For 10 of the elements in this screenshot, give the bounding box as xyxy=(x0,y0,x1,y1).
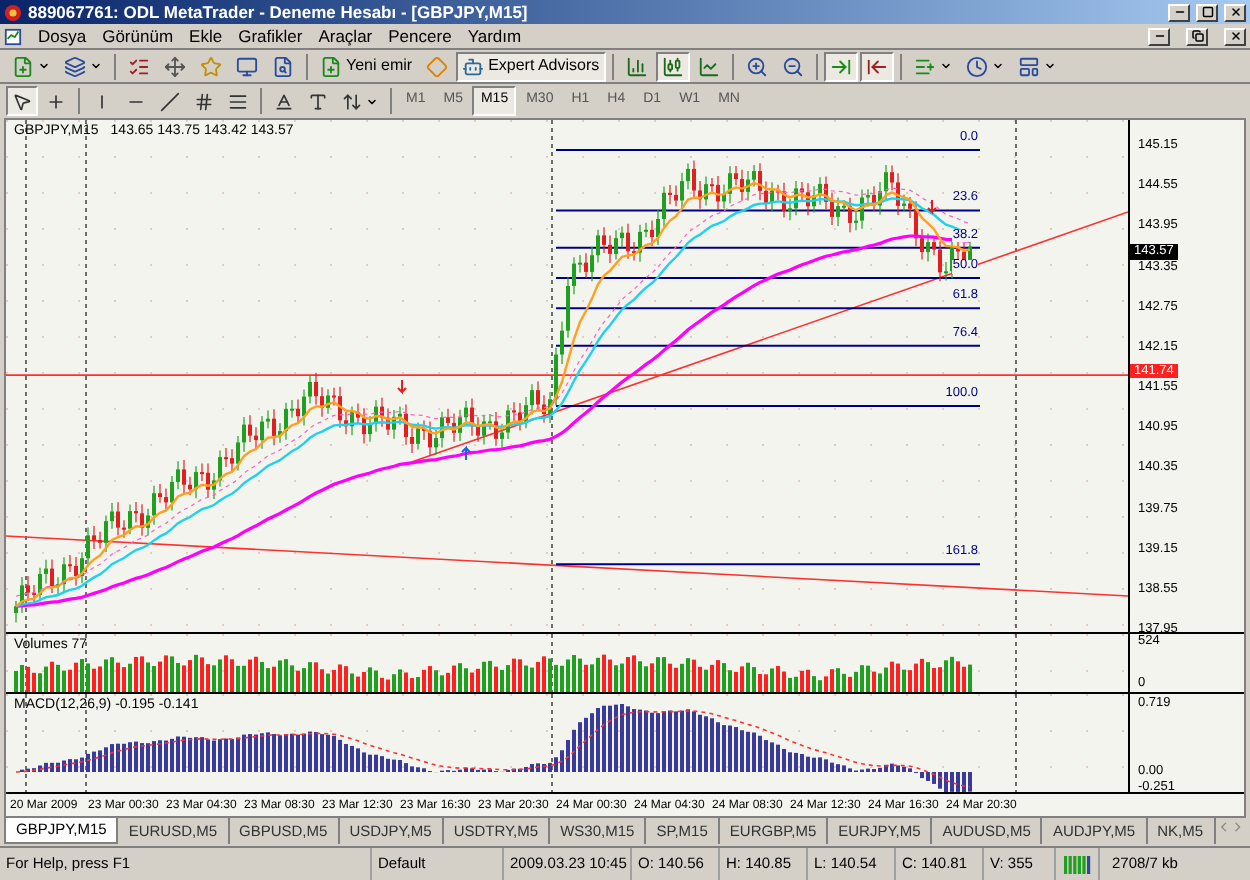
toolbar-button[interactable]: Expert Advisors xyxy=(456,51,606,81)
menu-item[interactable]: Yardım xyxy=(467,23,522,49)
menu-item[interactable]: Dosya xyxy=(38,23,87,49)
menu-item[interactable]: Araçlar xyxy=(318,23,373,49)
window-title: 889067761: ODL MetaTrader - Deneme Hesabı - [GBPJPY,M15] xyxy=(28,0,530,25)
menu-item[interactable]: Grafikler xyxy=(238,23,303,49)
menu-item[interactable]: Ekle xyxy=(189,23,223,49)
menu-item[interactable]: Pencere xyxy=(388,23,452,49)
toolbar-button[interactable]: Yeni emir xyxy=(314,51,419,81)
menu-item[interactable]: Görünüm xyxy=(102,23,174,49)
